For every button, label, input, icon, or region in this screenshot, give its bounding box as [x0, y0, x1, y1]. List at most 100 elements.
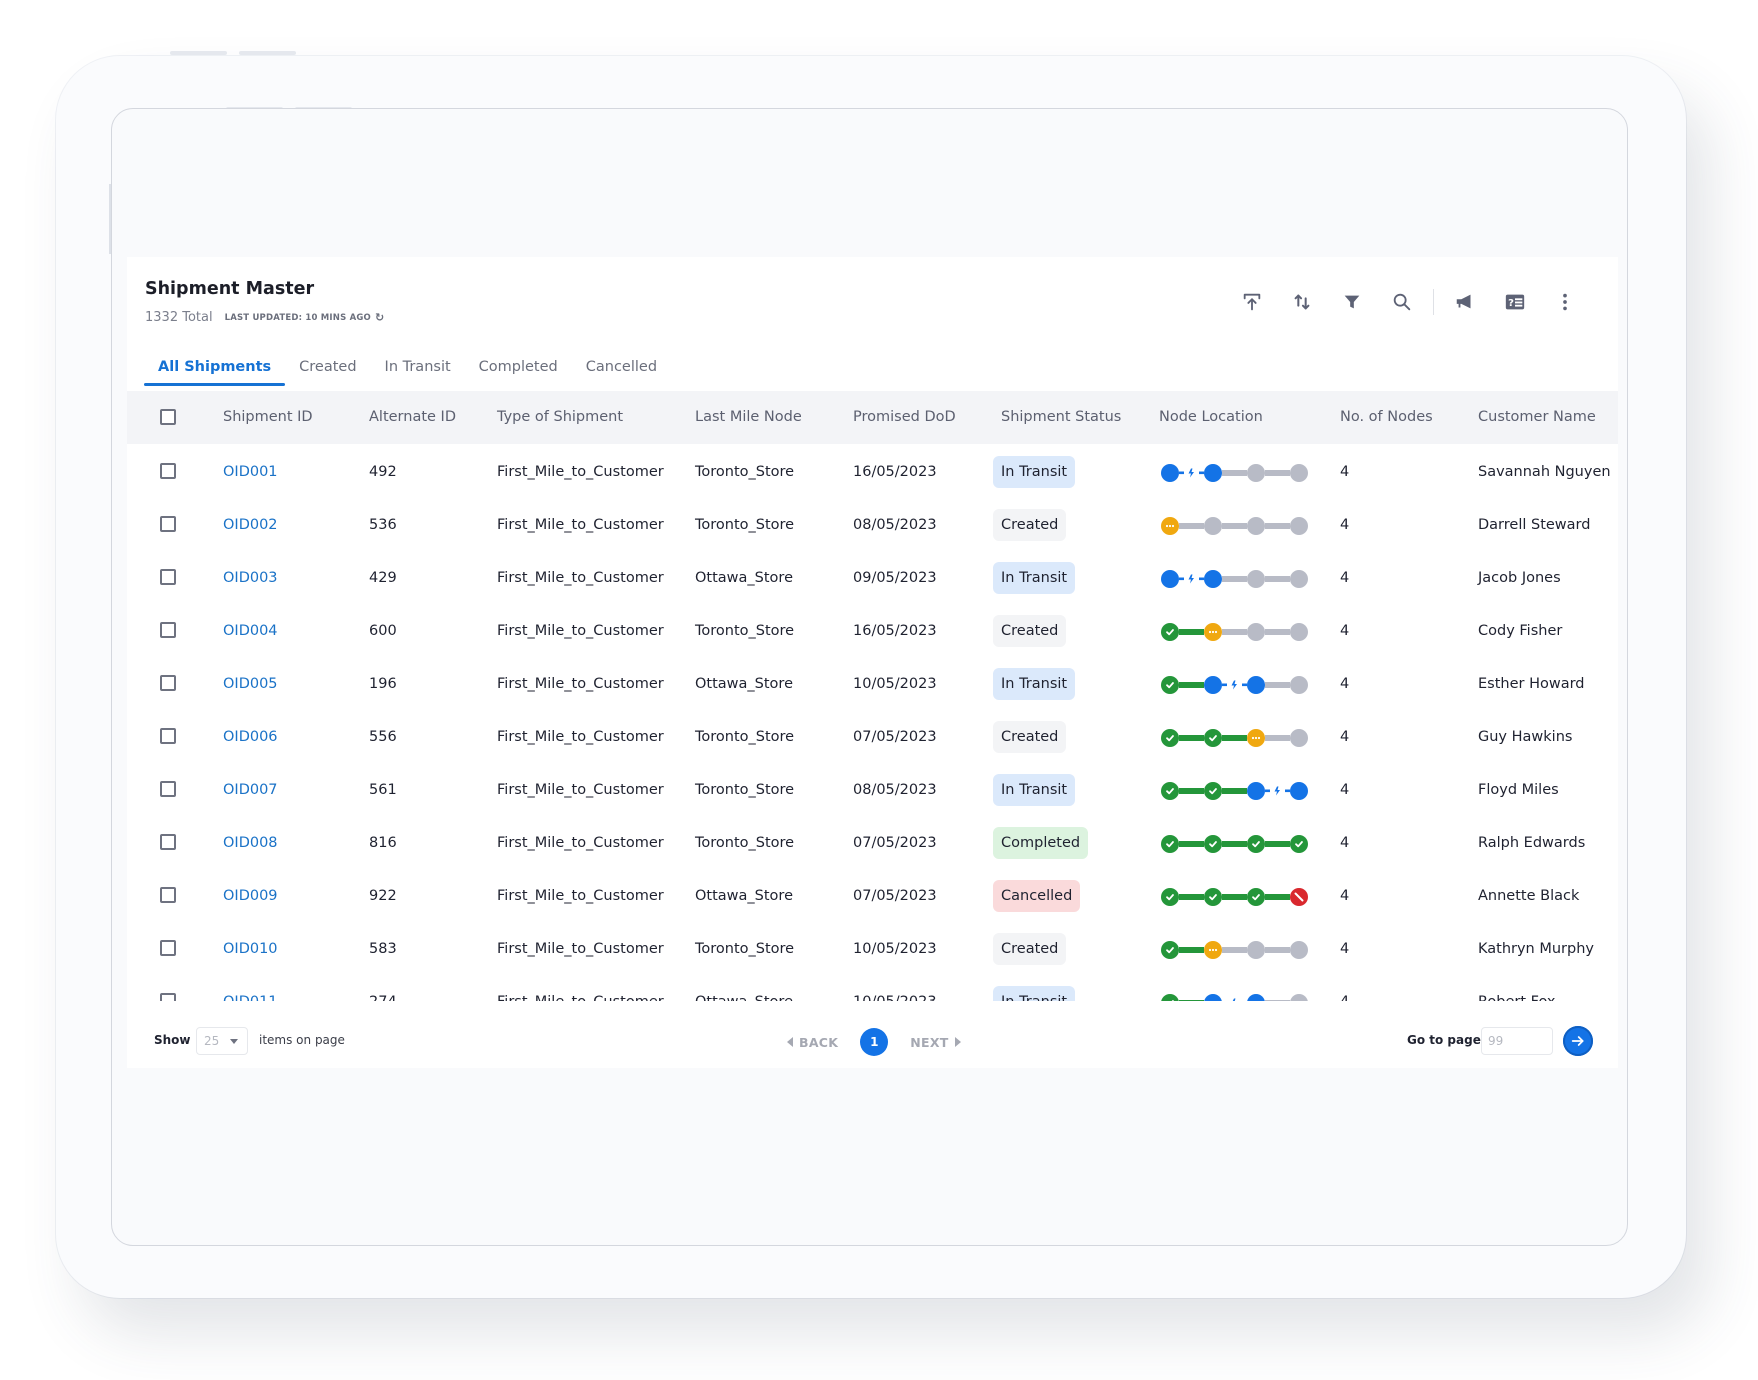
table-row[interactable]: OID005 196 First_Mile_to_Customer Ottawa_St…	[127, 658, 1618, 711]
shipment-type: First_Mile_to_Customer	[497, 570, 664, 586]
row-checkbox[interactable]	[160, 728, 176, 744]
alternate-id: 429	[369, 570, 397, 586]
node-idle-dot	[1290, 941, 1308, 959]
next-button[interactable]: NEXT	[910, 1035, 961, 1050]
row-checkbox[interactable]	[160, 887, 176, 903]
row-checkbox[interactable]	[160, 516, 176, 532]
sort-button[interactable]	[1277, 287, 1327, 317]
node-connector	[1179, 523, 1204, 529]
select-all-checkbox[interactable]	[160, 409, 176, 425]
toolbar-divider	[1432, 289, 1434, 315]
node-active-dot	[1204, 994, 1222, 1001]
in-transit-bolt-icon	[1222, 680, 1247, 690]
status-badge: Cancelled	[993, 880, 1081, 912]
column-header-shipment-id[interactable]: Shipment ID	[223, 391, 313, 444]
row-checkbox[interactable]	[160, 622, 176, 638]
search-button[interactable]	[1377, 287, 1427, 317]
items-on-page-label: items on page	[259, 1033, 345, 1047]
row-checkbox[interactable]	[160, 569, 176, 585]
column-header-customer-name[interactable]: Customer Name	[1478, 391, 1596, 444]
shipment-id-link[interactable]: OID003	[223, 552, 278, 605]
node-check-icon	[1247, 888, 1265, 906]
promised-dod: 08/05/2023	[853, 782, 937, 798]
node-connector	[1222, 788, 1247, 794]
table-row[interactable]: OID004 600 First_Mile_to_Customer Toronto_S…	[127, 605, 1618, 658]
announcement-icon	[1456, 294, 1471, 309]
table-row[interactable]: OID003 429 First_Mile_to_Customer Ottawa_St…	[127, 552, 1618, 605]
last-mile-node: Toronto_Store	[695, 782, 795, 798]
row-checkbox[interactable]	[160, 675, 176, 691]
node-check-icon	[1161, 729, 1179, 747]
page-number-current[interactable]: 1	[860, 1028, 889, 1056]
row-checkbox[interactable]	[160, 940, 176, 956]
shipment-id-link[interactable]: OID004	[223, 605, 278, 658]
column-header-alternate-id[interactable]: Alternate ID	[369, 391, 456, 444]
node-connector	[1179, 1000, 1204, 1001]
tab-created[interactable]: Created	[285, 353, 370, 384]
tab-in-transit[interactable]: In Transit	[371, 353, 465, 384]
shipment-id-link[interactable]: OID009	[223, 870, 278, 923]
table-row[interactable]: OID008 816 First_Mile_to_Customer Toronto_S…	[127, 817, 1618, 870]
table-row[interactable]: OID002 536 First_Mile_to_Customer Toronto_S…	[127, 499, 1618, 552]
more-options-button[interactable]	[1540, 287, 1590, 317]
column-header-promised-dod[interactable]: Promised DoD	[853, 391, 956, 444]
back-button[interactable]: BACK	[787, 1035, 838, 1050]
column-header-shipment-status[interactable]: Shipment Status	[1001, 391, 1121, 444]
node-connector	[1265, 682, 1290, 688]
promised-dod: 10/05/2023	[853, 676, 937, 692]
export-button[interactable]	[1227, 287, 1277, 317]
last-mile-node: Toronto_Store	[695, 623, 795, 639]
row-checkbox[interactable]	[160, 834, 176, 850]
column-header-no-of-nodes[interactable]: No. of Nodes	[1340, 391, 1433, 444]
go-to-page-button[interactable]	[1563, 1026, 1593, 1056]
shipment-id-link[interactable]: OID010	[223, 923, 278, 976]
row-checkbox[interactable]	[160, 463, 176, 479]
node-cancelled-icon	[1290, 888, 1308, 906]
show-label: Show	[154, 1033, 191, 1047]
node-connector	[1179, 735, 1204, 741]
last-mile-node: Toronto_Store	[695, 729, 795, 745]
go-to-page-input[interactable]	[1481, 1027, 1553, 1055]
table-row[interactable]: OID001 492 First_Mile_to_Customer Toronto_S…	[127, 446, 1618, 499]
tab-all-shipments[interactable]: All Shipments	[144, 353, 286, 386]
row-checkbox[interactable]	[160, 781, 176, 797]
back-label: BACK	[799, 1034, 839, 1050]
node-connector	[1222, 629, 1247, 635]
shipment-id-link[interactable]: OID005	[223, 658, 278, 711]
shipment-id-link[interactable]: OID011	[223, 976, 278, 1001]
announcement-button[interactable]	[1440, 287, 1490, 317]
alternate-id: 556	[369, 729, 397, 745]
chevron-down-icon	[230, 1039, 238, 1044]
table-row[interactable]: OID009 922 First_Mile_to_Customer Ottawa_St…	[127, 870, 1618, 923]
table-row[interactable]: OID006 556 First_Mile_to_Customer Toronto_S…	[127, 711, 1618, 764]
tab-completed[interactable]: Completed	[465, 353, 572, 384]
last-updated-text: LAST UPDATED: 10 MINS AGO	[224, 312, 371, 323]
customer-name: Kathryn Murphy	[1478, 941, 1594, 957]
shipment-id-link[interactable]: OID006	[223, 711, 278, 764]
shipment-id-link[interactable]: OID007	[223, 764, 278, 817]
row-checkbox[interactable]	[160, 993, 176, 1001]
node-active-dot	[1247, 782, 1265, 800]
table-row[interactable]: OID010 583 First_Mile_to_Customer Toronto_S…	[127, 923, 1618, 976]
node-idle-dot	[1247, 570, 1265, 588]
refresh-icon[interactable]: ↻	[375, 311, 384, 324]
shipment-id-link[interactable]: OID008	[223, 817, 278, 870]
column-header-node-location[interactable]: Node Location	[1159, 391, 1263, 444]
node-active-dot	[1290, 782, 1308, 800]
shipment-id-link[interactable]: OID002	[223, 499, 278, 552]
filter-button[interactable]	[1327, 287, 1377, 317]
column-header-type[interactable]: Type of Shipment	[497, 391, 623, 444]
more-vertical-icon	[1563, 293, 1567, 311]
promised-dod: 09/05/2023	[853, 570, 937, 586]
column-header-last-mile-node[interactable]: Last Mile Node	[695, 391, 802, 444]
node-connector	[1265, 894, 1290, 900]
node-count: 4	[1340, 623, 1350, 639]
tab-cancelled[interactable]: Cancelled	[572, 353, 671, 384]
shipment-id-link[interactable]: OID001	[223, 446, 278, 499]
help-doc-button[interactable]: ?	[1490, 287, 1540, 317]
table-row[interactable]: OID011 274 First_Mile_to_Customer Ottawa_St…	[127, 976, 1618, 1001]
node-connector	[1222, 894, 1247, 900]
svg-text:?: ?	[1508, 298, 1514, 309]
page-size-select[interactable]: 25	[196, 1027, 248, 1055]
table-row[interactable]: OID007 561 First_Mile_to_Customer Toronto_S…	[127, 764, 1618, 817]
